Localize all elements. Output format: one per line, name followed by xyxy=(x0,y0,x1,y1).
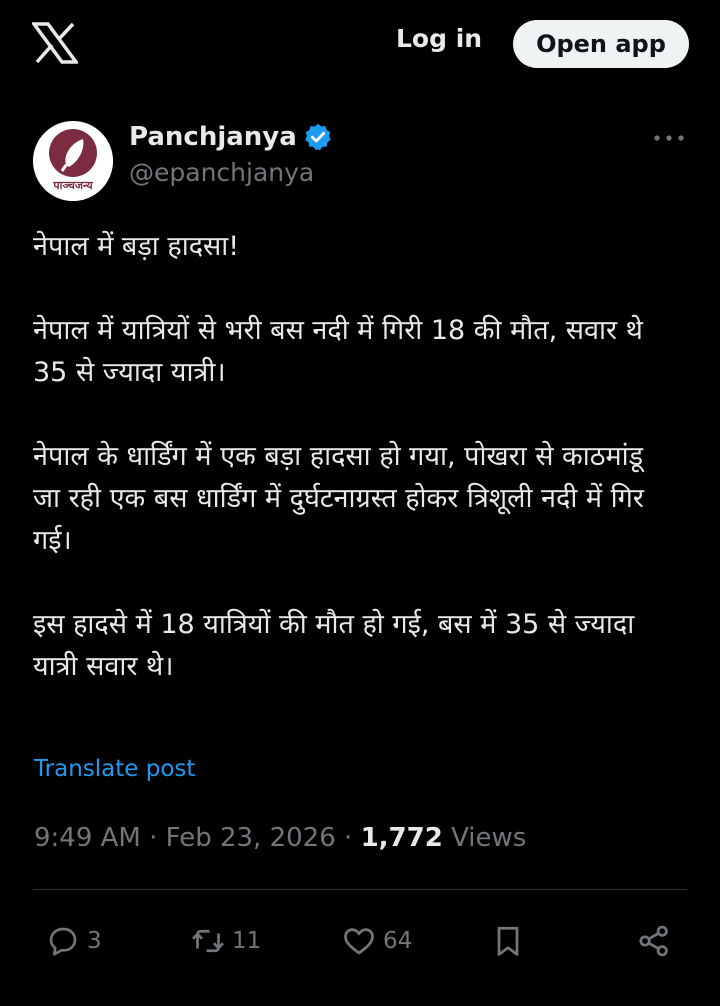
verified-badge-icon xyxy=(305,123,331,151)
x-logo-icon[interactable] xyxy=(32,22,78,64)
post-metadata: 9:49 AM · Feb 23, 2026 · 1,772 Views xyxy=(34,823,526,853)
conch-logo-icon: पाञ्चजन्य xyxy=(33,121,113,201)
tweet-text: नेपाल में बड़ा हादसा! नेपाल में यात्रियो… xyxy=(33,226,673,688)
views-label: Views xyxy=(451,823,527,853)
author-name[interactable]: Panchjanya xyxy=(129,122,297,152)
more-options-icon[interactable] xyxy=(652,128,686,148)
tweet-paragraph: नेपाल में बड़ा हादसा! xyxy=(33,231,240,262)
views-count: 1,772 xyxy=(360,823,443,853)
author-handle[interactable]: @epanchjanya xyxy=(129,158,333,187)
like-count: 64 xyxy=(383,928,413,954)
post-time[interactable]: 9:49 AM xyxy=(34,823,141,853)
reply-button[interactable]: 3 xyxy=(45,916,102,966)
tweet-paragraph: इस हादसे में 18 यात्रियों की मौत हो गई, … xyxy=(33,609,635,682)
repost-count: 11 xyxy=(232,928,262,954)
heart-icon xyxy=(344,928,374,955)
separator-dot: · xyxy=(344,823,361,853)
share-button[interactable] xyxy=(636,916,672,966)
avatar[interactable]: पाञ्चजन्य xyxy=(33,121,113,201)
repost-icon xyxy=(192,929,224,953)
translate-post-link[interactable]: Translate post xyxy=(34,756,195,782)
login-link[interactable]: Log in xyxy=(396,24,482,53)
separator-dot: · xyxy=(149,823,166,853)
action-bar: 3 11 64 xyxy=(0,916,720,966)
post-date[interactable]: Feb 23, 2026 xyxy=(166,823,336,853)
repost-button[interactable]: 11 xyxy=(190,916,261,966)
bookmark-icon xyxy=(497,926,519,956)
top-bar: Log in Open app xyxy=(0,0,720,90)
bookmark-button[interactable] xyxy=(490,916,526,966)
tweet-paragraph: नेपाल के धार्डिंग में एक बड़ा हादसा हो ग… xyxy=(33,441,644,556)
share-icon xyxy=(639,925,668,957)
like-button[interactable]: 64 xyxy=(341,916,412,966)
tweet-paragraph: नेपाल में यात्रियों से भरी बस नदी में गि… xyxy=(33,315,643,388)
divider xyxy=(33,889,687,890)
open-app-button[interactable]: Open app xyxy=(513,20,689,68)
avatar-text: पाञ्चजन्य xyxy=(52,179,93,192)
author-block[interactable]: Panchjanya @epanchjanya xyxy=(129,122,333,187)
reply-count: 3 xyxy=(87,928,102,954)
reply-icon xyxy=(49,927,77,956)
